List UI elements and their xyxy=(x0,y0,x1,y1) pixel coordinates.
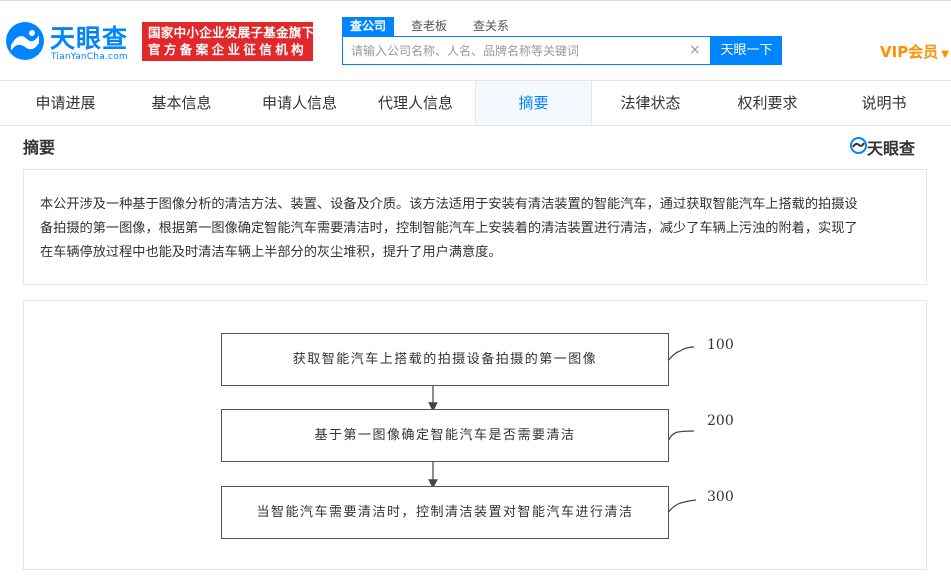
leader-line xyxy=(667,346,695,362)
search-input[interactable] xyxy=(343,37,683,64)
tab-legal-status[interactable]: 法律状态 xyxy=(592,81,709,125)
abstract-line: 本公开涉及一种基于图像分析的清洁方法、装置、设备及介质。该方法适用于安装有清洁装… xyxy=(40,197,858,212)
logo-domain: TianYanCha.com xyxy=(51,52,128,62)
search-button[interactable]: 天眼一下 xyxy=(711,36,782,65)
tab-application-progress[interactable]: 申请进展 xyxy=(0,81,131,125)
abstract-box: 本公开涉及一种基于图像分析的清洁方法、装置、设备及介质。该方法适用于安装有清洁装… xyxy=(23,169,927,285)
badge-line-2: 官方备案企业征信机构 xyxy=(148,42,308,57)
brand-watermark: 天眼查 xyxy=(850,135,930,158)
tianyancha-logo-icon xyxy=(6,22,44,60)
vip-member-link[interactable]: VIP会员 ▼ xyxy=(880,41,949,62)
leader-line xyxy=(667,499,697,514)
search-tab-company[interactable]: 查公司 xyxy=(342,17,395,36)
flow-step-2-number: 200 xyxy=(707,413,734,429)
clear-icon[interactable]: × xyxy=(689,42,701,58)
flow-step-2: 基于第一图像确定智能汽车是否需要清洁 xyxy=(221,409,669,462)
search-tab-relation[interactable]: 查关系 xyxy=(464,17,518,36)
official-badge: 国家中小企业发展子基金旗下 官方备案企业征信机构 xyxy=(142,22,315,61)
search-type-tabs: 查公司 查老板 查关系 xyxy=(342,17,526,36)
leader-line xyxy=(667,430,695,442)
abstract-figure: 获取智能汽车上搭载的拍摄设备拍摄的第一图像 100 基于第一图像确定智能汽车是否… xyxy=(23,300,927,570)
abstract-section-header: 摘要 天眼查 xyxy=(0,126,951,169)
abstract-line: 备拍摄的第一图像，根据第一图像确定智能汽车需要清洁时，控制智能汽车上安装着的清洁… xyxy=(40,221,858,236)
tianyancha-logo[interactable]: 天眼查 TianYanCha.com xyxy=(5,19,135,65)
tianyancha-small-icon xyxy=(850,137,867,154)
search-tab-boss[interactable]: 查老板 xyxy=(402,17,456,36)
flow-step-1-number: 100 xyxy=(707,337,734,353)
flow-step-3: 当智能汽车需要清洁时，控制清洁装置对智能汽车进行清洁 xyxy=(221,486,669,539)
tab-abstract[interactable]: 摘要 xyxy=(475,81,592,125)
brand-small-text: 天眼查 xyxy=(867,139,916,158)
tab-applicant-info[interactable]: 申请人信息 xyxy=(240,81,359,125)
flow-step-1: 获取智能汽车上搭载的拍摄设备拍摄的第一图像 xyxy=(221,333,669,386)
search-box: × xyxy=(342,36,711,65)
caret-down-icon: ▼ xyxy=(941,49,949,60)
tab-agent-info[interactable]: 代理人信息 xyxy=(357,81,474,125)
logo-wordmark: 天眼查 xyxy=(50,24,129,53)
flow-step-3-number: 300 xyxy=(707,489,734,505)
tab-basic-info[interactable]: 基本信息 xyxy=(131,81,232,125)
tab-claims[interactable]: 权利要求 xyxy=(709,81,826,125)
vip-label: VIP会员 xyxy=(880,43,939,61)
badge-line-1: 国家中小企业发展子基金旗下 xyxy=(148,25,315,40)
top-header: 天眼查 TianYanCha.com 国家中小企业发展子基金旗下 官方备案企业征… xyxy=(0,0,951,80)
tab-description[interactable]: 说明书 xyxy=(826,81,942,125)
abstract-line: 在车辆停放过程中也能及时清洁车辆上半部分的灰尘堆积，提升了用户满意度。 xyxy=(40,245,502,260)
patent-detail-tabs: 申请进展 基本信息 申请人信息 代理人信息 摘要 法律状态 权利要求 说明书 xyxy=(0,80,951,126)
section-title: 摘要 xyxy=(23,138,56,157)
